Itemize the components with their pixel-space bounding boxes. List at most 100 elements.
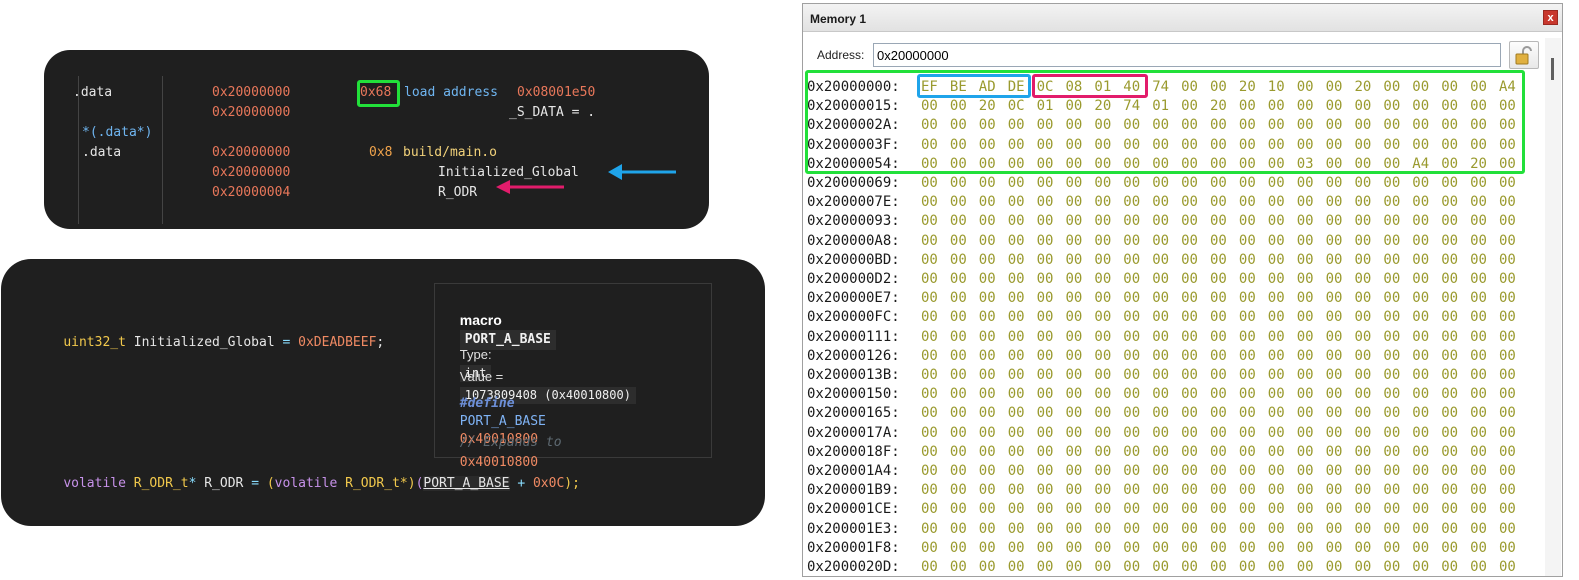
memory-byte[interactable]: 00 <box>1470 404 1490 423</box>
lock-button[interactable] <box>1509 41 1539 69</box>
memory-byte[interactable]: 00 <box>1037 520 1057 539</box>
memory-byte[interactable]: 00 <box>1268 481 1288 500</box>
memory-byte[interactable]: 00 <box>1094 462 1114 481</box>
memory-byte[interactable]: 00 <box>1441 424 1461 443</box>
memory-byte[interactable]: 00 <box>1123 520 1143 539</box>
memory-byte[interactable]: 00 <box>1066 462 1086 481</box>
memory-byte[interactable]: 00 <box>1239 328 1259 347</box>
memory-byte[interactable]: 00 <box>1008 539 1028 558</box>
memory-byte[interactable]: 00 <box>1239 443 1259 462</box>
memory-byte[interactable]: 00 <box>950 404 970 423</box>
memory-byte[interactable]: 00 <box>1268 308 1288 327</box>
memory-byte[interactable]: 00 <box>1383 347 1403 366</box>
memory-byte[interactable]: 00 <box>1470 500 1490 519</box>
memory-byte[interactable]: 00 <box>1066 308 1086 327</box>
memory-byte[interactable]: 00 <box>1383 539 1403 558</box>
memory-byte[interactable]: 00 <box>1181 174 1201 193</box>
memory-byte[interactable]: 00 <box>1470 251 1490 270</box>
memory-byte[interactable]: 00 <box>1152 251 1172 270</box>
memory-byte[interactable]: 00 <box>1239 232 1259 251</box>
memory-byte[interactable]: 00 <box>1123 385 1143 404</box>
memory-byte[interactable]: 00 <box>1412 347 1432 366</box>
memory-byte[interactable]: 00 <box>1383 558 1403 577</box>
memory-byte[interactable]: 00 <box>1123 232 1143 251</box>
memory-byte[interactable]: 00 <box>921 289 941 308</box>
memory-byte[interactable]: 00 <box>950 174 970 193</box>
memory-byte[interactable]: 00 <box>1037 462 1057 481</box>
memory-byte[interactable]: 00 <box>1383 174 1403 193</box>
memory-byte[interactable]: 00 <box>1066 328 1086 347</box>
memory-byte[interactable]: 00 <box>1499 443 1519 462</box>
memory-byte[interactable]: 00 <box>1210 347 1230 366</box>
memory-byte[interactable]: 00 <box>1355 308 1375 327</box>
memory-byte[interactable]: 00 <box>1355 539 1375 558</box>
memory-byte[interactable]: 00 <box>1383 270 1403 289</box>
memory-byte[interactable]: 00 <box>979 404 999 423</box>
memory-byte[interactable]: 00 <box>979 328 999 347</box>
memory-byte[interactable]: 00 <box>1181 443 1201 462</box>
memory-byte[interactable]: 00 <box>1470 328 1490 347</box>
memory-byte[interactable]: 00 <box>1355 328 1375 347</box>
memory-byte[interactable]: 00 <box>1470 366 1490 385</box>
memory-byte[interactable]: 00 <box>979 558 999 577</box>
memory-byte[interactable]: 00 <box>1441 539 1461 558</box>
memory-byte[interactable]: 00 <box>1181 328 1201 347</box>
memory-byte[interactable]: 00 <box>1123 404 1143 423</box>
memory-byte[interactable]: 00 <box>1499 251 1519 270</box>
memory-byte[interactable]: 00 <box>979 539 999 558</box>
memory-byte[interactable]: 00 <box>1239 270 1259 289</box>
memory-byte[interactable]: 00 <box>1008 328 1028 347</box>
memory-byte[interactable]: 00 <box>979 212 999 231</box>
memory-byte[interactable]: 00 <box>1268 232 1288 251</box>
memory-byte[interactable]: 00 <box>1094 289 1114 308</box>
memory-byte[interactable]: 00 <box>1008 232 1028 251</box>
memory-byte[interactable]: 00 <box>950 520 970 539</box>
memory-byte[interactable]: 00 <box>1008 289 1028 308</box>
memory-byte[interactable]: 00 <box>1355 251 1375 270</box>
memory-byte[interactable]: 00 <box>1066 289 1086 308</box>
memory-byte[interactable]: 00 <box>1037 212 1057 231</box>
memory-byte[interactable]: 00 <box>1412 232 1432 251</box>
memory-byte[interactable]: 00 <box>1037 443 1057 462</box>
memory-byte[interactable]: 00 <box>1441 443 1461 462</box>
memory-byte[interactable]: 00 <box>1152 212 1172 231</box>
memory-byte[interactable]: 00 <box>1152 232 1172 251</box>
memory-byte[interactable]: 00 <box>1123 174 1143 193</box>
memory-byte[interactable]: 00 <box>1297 251 1317 270</box>
memory-byte[interactable]: 00 <box>1094 500 1114 519</box>
memory-byte[interactable]: 00 <box>1210 270 1230 289</box>
memory-byte[interactable]: 00 <box>1412 251 1432 270</box>
memory-byte[interactable]: 00 <box>921 462 941 481</box>
memory-byte[interactable]: 00 <box>1181 462 1201 481</box>
memory-byte[interactable]: 00 <box>979 520 999 539</box>
memory-byte[interactable]: 00 <box>1066 232 1086 251</box>
memory-byte[interactable]: 00 <box>1383 385 1403 404</box>
memory-byte[interactable]: 00 <box>950 366 970 385</box>
memory-titlebar[interactable]: Memory 1 x <box>803 4 1562 32</box>
memory-byte[interactable]: 00 <box>1037 232 1057 251</box>
memory-byte[interactable]: 00 <box>1181 270 1201 289</box>
memory-byte[interactable]: 00 <box>1412 539 1432 558</box>
memory-byte[interactable]: 00 <box>950 251 970 270</box>
memory-byte[interactable]: 00 <box>1499 558 1519 577</box>
memory-byte[interactable]: 00 <box>1470 481 1490 500</box>
memory-byte[interactable]: 00 <box>1441 251 1461 270</box>
memory-byte[interactable]: 00 <box>1268 404 1288 423</box>
memory-byte[interactable]: 00 <box>1094 328 1114 347</box>
memory-byte[interactable]: 00 <box>1123 212 1143 231</box>
memory-byte[interactable]: 00 <box>1499 481 1519 500</box>
memory-byte[interactable]: 00 <box>921 443 941 462</box>
memory-byte[interactable]: 00 <box>1210 520 1230 539</box>
memory-byte[interactable]: 00 <box>1210 500 1230 519</box>
memory-byte[interactable]: 00 <box>950 558 970 577</box>
memory-byte[interactable]: 00 <box>950 462 970 481</box>
memory-byte[interactable]: 00 <box>1412 328 1432 347</box>
memory-byte[interactable]: 00 <box>1181 212 1201 231</box>
memory-byte[interactable]: 00 <box>1297 270 1317 289</box>
memory-byte[interactable]: 00 <box>1094 424 1114 443</box>
memory-byte[interactable]: 00 <box>1499 539 1519 558</box>
memory-byte[interactable]: 00 <box>1383 193 1403 212</box>
memory-byte[interactable]: 00 <box>1326 558 1346 577</box>
memory-byte[interactable]: 00 <box>1037 270 1057 289</box>
memory-byte[interactable]: 00 <box>1239 308 1259 327</box>
